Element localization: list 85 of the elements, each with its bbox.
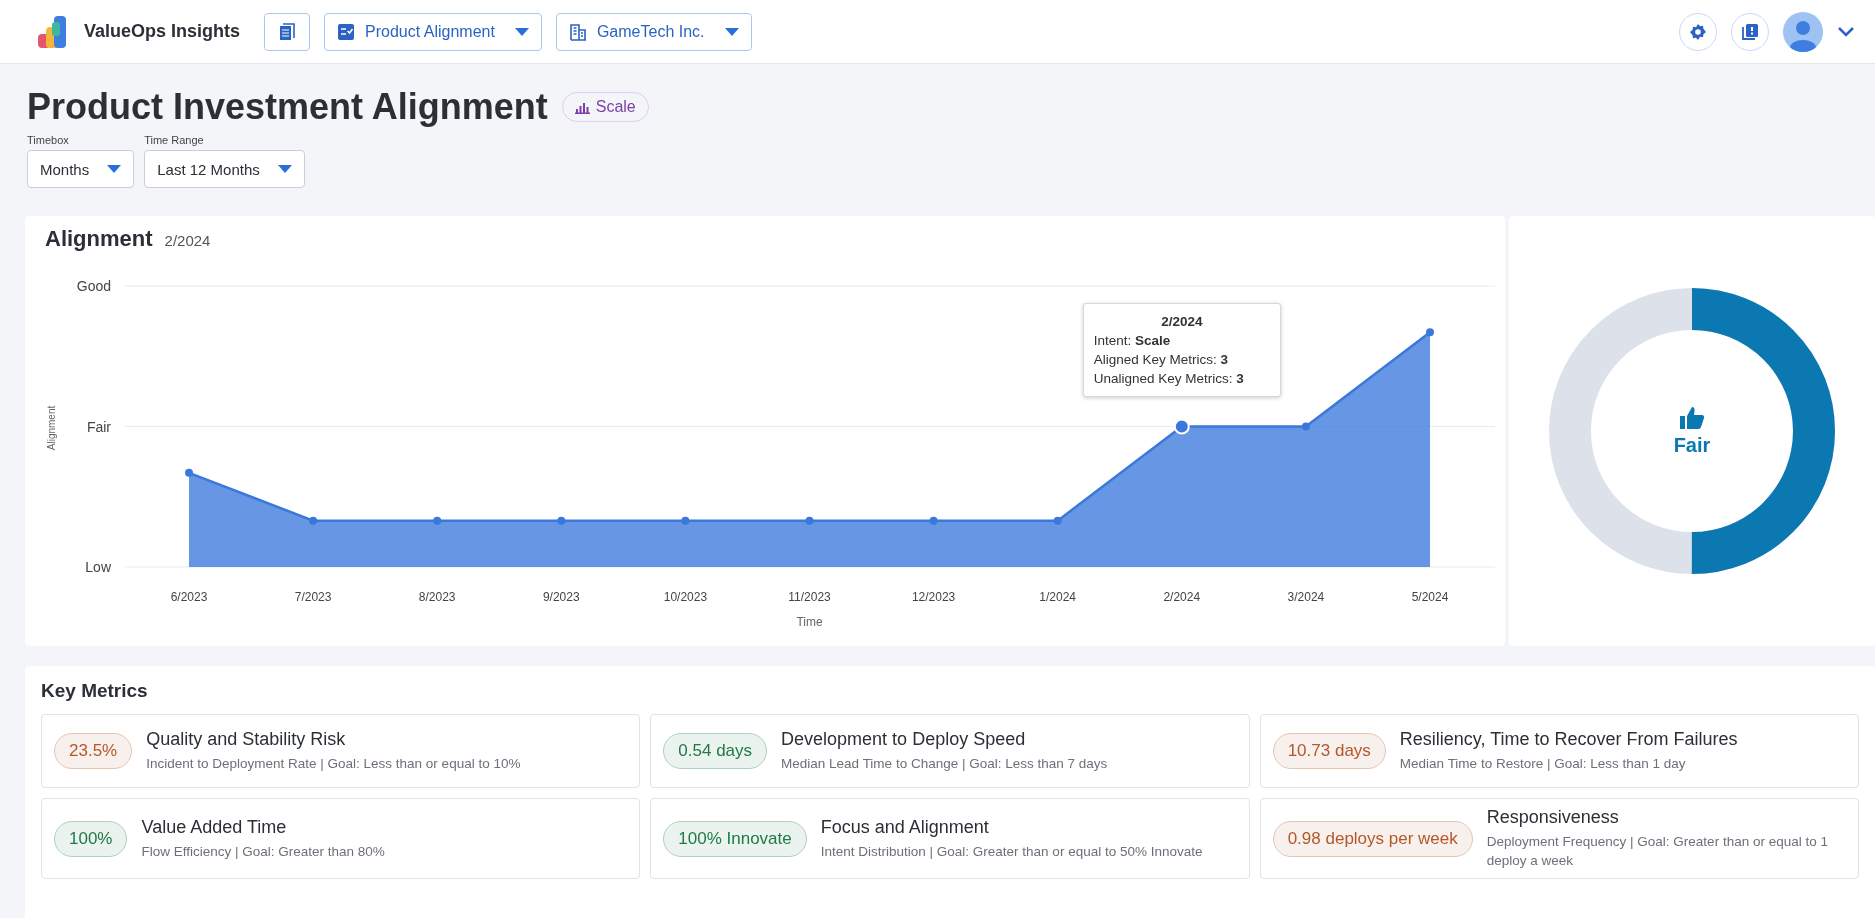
metric-detail: Median Time to Restore | Goal: Less than 1 day — [1399, 755, 1687, 773]
chevron-icon — [1837, 25, 1855, 38]
badge-label: Scale — [595, 98, 636, 116]
metric-detail: Incident to Deployment Rate | Goal: Less than or equal to 10% — [146, 755, 521, 773]
app-name: ValueOps Insights — [84, 21, 241, 42]
metric-value: 100% — [54, 820, 128, 857]
data-point[interactable] — [1301, 422, 1310, 431]
y-tick-label: Good — [76, 278, 111, 294]
context-dropdown[interactable]: Product Alignment — [324, 12, 542, 51]
data-point[interactable] — [309, 516, 318, 525]
account-menu-button[interactable] — [1837, 25, 1855, 38]
metric-name: Resiliency, Time to Recover From Failures — [1399, 729, 1738, 750]
document-icon — [277, 21, 298, 42]
metric-name: Development to Deploy Speed — [781, 729, 1027, 750]
checklist-icon — [337, 22, 356, 41]
y-tick-label: Fair — [86, 418, 111, 435]
x-tick-label: 3/2024 — [1287, 590, 1325, 604]
help-button[interactable] — [1731, 12, 1769, 51]
metric-card[interactable]: 0.98 deploys per week Responsiveness Deployment Frequency | Goal: Greater than or equal to 1 deploy a week — [1259, 798, 1859, 879]
metric-card[interactable]: 100% Value Added Time Flow Efficiency | Goal: Greater than 80% — [41, 798, 641, 879]
data-point[interactable] — [1426, 328, 1434, 337]
metric-card[interactable]: 100% Innovate Focus and Alignment Intent Distribution | Goal: Greater than or equal to 50% Innovate — [650, 798, 1250, 879]
book-icon — [1741, 22, 1759, 41]
x-axis-title: Time — [796, 615, 823, 629]
caret-icon — [277, 165, 292, 173]
metric-card[interactable]: 0.54 days Development to Deploy Speed Median Lead Time to Change | Goal: Less than 7 days — [650, 714, 1250, 788]
tooltip-title: 2/2024 — [1160, 312, 1204, 331]
metric-value: 100% Innovate — [663, 820, 807, 857]
caret-icon — [514, 27, 529, 36]
settings-button[interactable] — [1679, 12, 1717, 51]
data-point[interactable] — [805, 516, 814, 525]
tooltip-line: Unaligned Key Metrics: 3 — [1093, 369, 1245, 388]
metric-detail: Deployment Frequency | Goal: Greater than or equal to 1 deploy a week — [1486, 833, 1829, 870]
y-axis-title: Alignment — [46, 405, 57, 451]
caret-icon — [107, 165, 122, 173]
report-button[interactable] — [264, 12, 311, 51]
metric-name: Focus and Alignment — [820, 816, 990, 838]
section-title: Key Metrics — [41, 680, 149, 702]
page-title: Product Investment Alignment — [27, 86, 548, 128]
x-tick-label: 1/2024 — [1039, 590, 1077, 604]
metric-card[interactable]: 10.73 days Resiliency, Time to Recover From Failures Median Time to Restore | Goal: Less than 1 day — [1259, 714, 1859, 788]
metric-value: 0.98 deploys per week — [1272, 820, 1473, 857]
x-tick-label: 5/2024 — [1411, 590, 1449, 604]
x-tick-label: 7/2023 — [294, 590, 332, 604]
data-point[interactable] — [185, 468, 193, 477]
metric-value: 0.54 days — [663, 733, 768, 769]
metric-name: Responsiveness — [1486, 807, 1620, 828]
metric-detail: Intent Distribution | Goal: Greater than or equal to 50% Innovate — [820, 842, 1203, 861]
user-avatar[interactable] — [1783, 11, 1823, 52]
x-tick-label: 12/2023 — [911, 590, 956, 604]
tooltip-line: Intent: Scale — [1093, 331, 1172, 350]
bar-chart-icon — [574, 100, 590, 114]
metric-value: 10.73 days — [1272, 733, 1386, 769]
metric-card[interactable]: 23.5% Quality and Stability Risk Incident to Deployment Rate | Goal: Less than or equal to 10% — [41, 714, 641, 788]
data-point[interactable] — [1053, 516, 1062, 525]
filter-label: Timebox — [27, 134, 70, 146]
x-tick-label: 8/2023 — [418, 590, 456, 604]
filter-label: Time Range — [144, 134, 205, 146]
context-dropdown[interactable]: GameTech Inc. — [555, 12, 752, 51]
building-icon — [568, 22, 587, 41]
data-point[interactable] — [433, 516, 442, 525]
filter-dropdown[interactable]: Last 12 Months — [144, 150, 305, 188]
data-point[interactable] — [681, 516, 690, 525]
card-title: Alignment — [45, 226, 153, 252]
x-tick-label: 10/2023 — [663, 590, 708, 604]
y-tick-label: Low — [85, 559, 111, 575]
data-point[interactable] — [557, 516, 566, 525]
metric-name: Quality and Stability Risk — [146, 729, 347, 750]
filter-dropdown[interactable]: Months — [27, 150, 135, 188]
metric-value: 23.5% — [54, 733, 133, 769]
data-point[interactable] — [929, 516, 938, 525]
highlighted-point[interactable] — [1173, 418, 1190, 435]
x-tick-label: 2/2024 — [1163, 590, 1201, 604]
tooltip-line: Aligned Key Metrics: 3 — [1093, 350, 1230, 369]
caret-icon — [724, 27, 739, 36]
thumbs-up-icon — [1679, 405, 1705, 430]
metric-detail: Median Lead Time to Change | Goal: Less than 7 days — [781, 755, 1108, 773]
x-tick-label: 9/2023 — [542, 590, 580, 604]
period-label: 2/2024 — [164, 232, 211, 249]
metric-detail: Flow Efficiency | Goal: Greater than 80% — [141, 842, 385, 861]
x-tick-label: 6/2023 — [170, 590, 208, 604]
gauge-label: Fair — [1673, 433, 1711, 457]
x-tick-label: 11/2023 — [788, 590, 831, 604]
settings-icon — [1689, 22, 1707, 41]
metric-name: Value Added Time — [141, 816, 288, 838]
